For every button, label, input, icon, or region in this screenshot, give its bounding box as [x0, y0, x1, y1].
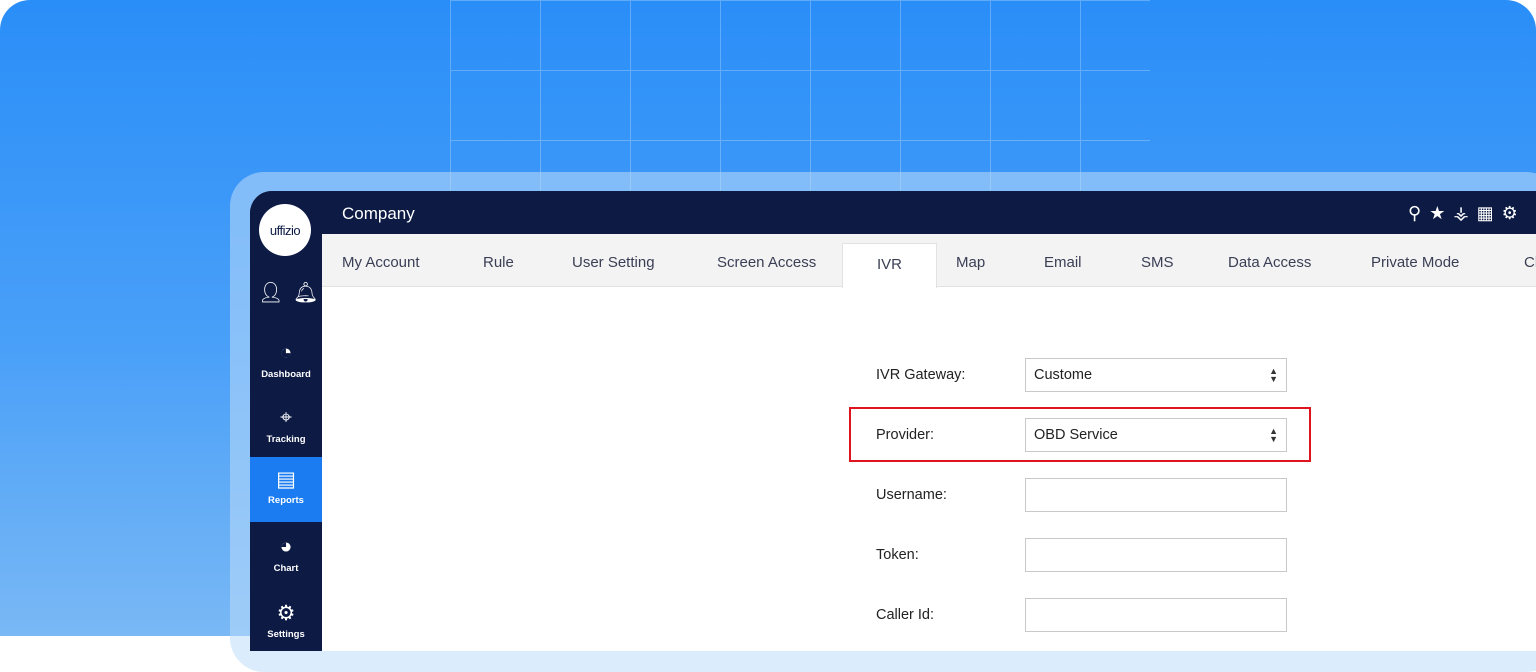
username-label: Username:: [876, 487, 947, 503]
sidebar-item-label: Tracking: [266, 434, 306, 445]
caller-id-input[interactable]: [1025, 598, 1287, 632]
dashboard-icon: ◔: [279, 341, 293, 364]
background-grid: [450, 0, 1150, 200]
tab-screen-access[interactable]: Screen Access: [717, 234, 816, 287]
logo: uffizio: [259, 204, 311, 256]
caller-id-label: Caller Id:: [876, 607, 935, 623]
calendar-clock-icon[interactable]: ▦: [1477, 203, 1494, 224]
ivr-gateway-label: IVR Gateway:: [876, 367, 966, 383]
sidebar-item-tracking[interactable]: ⌖ Tracking: [250, 396, 322, 461]
top-header: Company ⚲ ★ ⚶ ▦ ⚙: [250, 191, 1536, 234]
ivr-gateway-row: IVR Gateway: Custome ▲ ▼: [876, 358, 1316, 392]
username-input[interactable]: [1025, 478, 1287, 512]
pie-chart-icon: ◕: [279, 535, 293, 558]
sidebar: uffizio 👤︎ 🔔︎ ◔ Dashboard ⌖ Tracking ▤ Repo…: [250, 191, 322, 651]
caller-id-row: Caller Id:: [876, 598, 1316, 632]
sidebar-item-label: Reports: [268, 495, 304, 506]
location-pin-icon: ⌖: [280, 406, 292, 429]
star-icon[interactable]: ★: [1429, 203, 1445, 224]
sidebar-item-chart[interactable]: ◕ Chart: [250, 525, 322, 590]
bell-icon[interactable]: 🔔︎: [293, 280, 318, 305]
tab-email[interactable]: Email: [1044, 234, 1082, 287]
tab-bar: My Account Rule User Setting Screen Acce…: [322, 234, 1536, 288]
sidebar-item-dashboard[interactable]: ◔ Dashboard: [250, 331, 322, 396]
tab-user-setting[interactable]: User Setting: [572, 234, 655, 287]
sidebar-item-label: Settings: [267, 629, 305, 640]
tab-private-mode[interactable]: Private Mode: [1371, 234, 1459, 287]
search-icon[interactable]: ⚲: [1408, 203, 1421, 224]
report-icon: ▤: [276, 468, 296, 491]
sidebar-item-label: Dashboard: [261, 369, 311, 380]
ivr-gateway-select[interactable]: Custome ▲ ▼: [1025, 358, 1287, 392]
token-input[interactable]: [1025, 538, 1287, 572]
tab-truncated[interactable]: Cl: [1524, 234, 1536, 287]
gear-icon[interactable]: ⚙: [1502, 203, 1518, 224]
tab-map[interactable]: Map: [956, 234, 985, 287]
page-title: Company: [342, 204, 415, 223]
token-label: Token:: [876, 547, 919, 563]
ivr-gateway-value: Custome: [1034, 367, 1093, 383]
logo-text: uffizio: [269, 222, 301, 238]
sidebar-item-label: Chart: [273, 563, 299, 574]
sidebar-item-settings[interactable]: ⚙ Settings: [250, 591, 322, 651]
sidebar-item-reports[interactable]: ▤ Reports: [250, 457, 322, 522]
tab-sms[interactable]: SMS: [1141, 234, 1174, 287]
select-arrows-icon: ▲ ▼: [1269, 366, 1278, 384]
tab-data-access[interactable]: Data Access: [1228, 234, 1311, 287]
username-row: Username:: [876, 478, 1316, 512]
token-row: Token:: [876, 538, 1316, 572]
provider-highlight-box: [849, 407, 1311, 462]
settings-icon: ⚙: [276, 602, 296, 625]
user-icon[interactable]: 👤︎: [258, 280, 283, 305]
tab-rule[interactable]: Rule: [483, 234, 514, 287]
tab-ivr[interactable]: IVR: [842, 243, 937, 288]
tab-my-account[interactable]: My Account: [342, 234, 420, 287]
filter-settings-icon[interactable]: ⚶: [1453, 203, 1468, 224]
app-window: Company ⚲ ★ ⚶ ▦ ⚙ My Account Rule User S…: [250, 191, 1536, 651]
